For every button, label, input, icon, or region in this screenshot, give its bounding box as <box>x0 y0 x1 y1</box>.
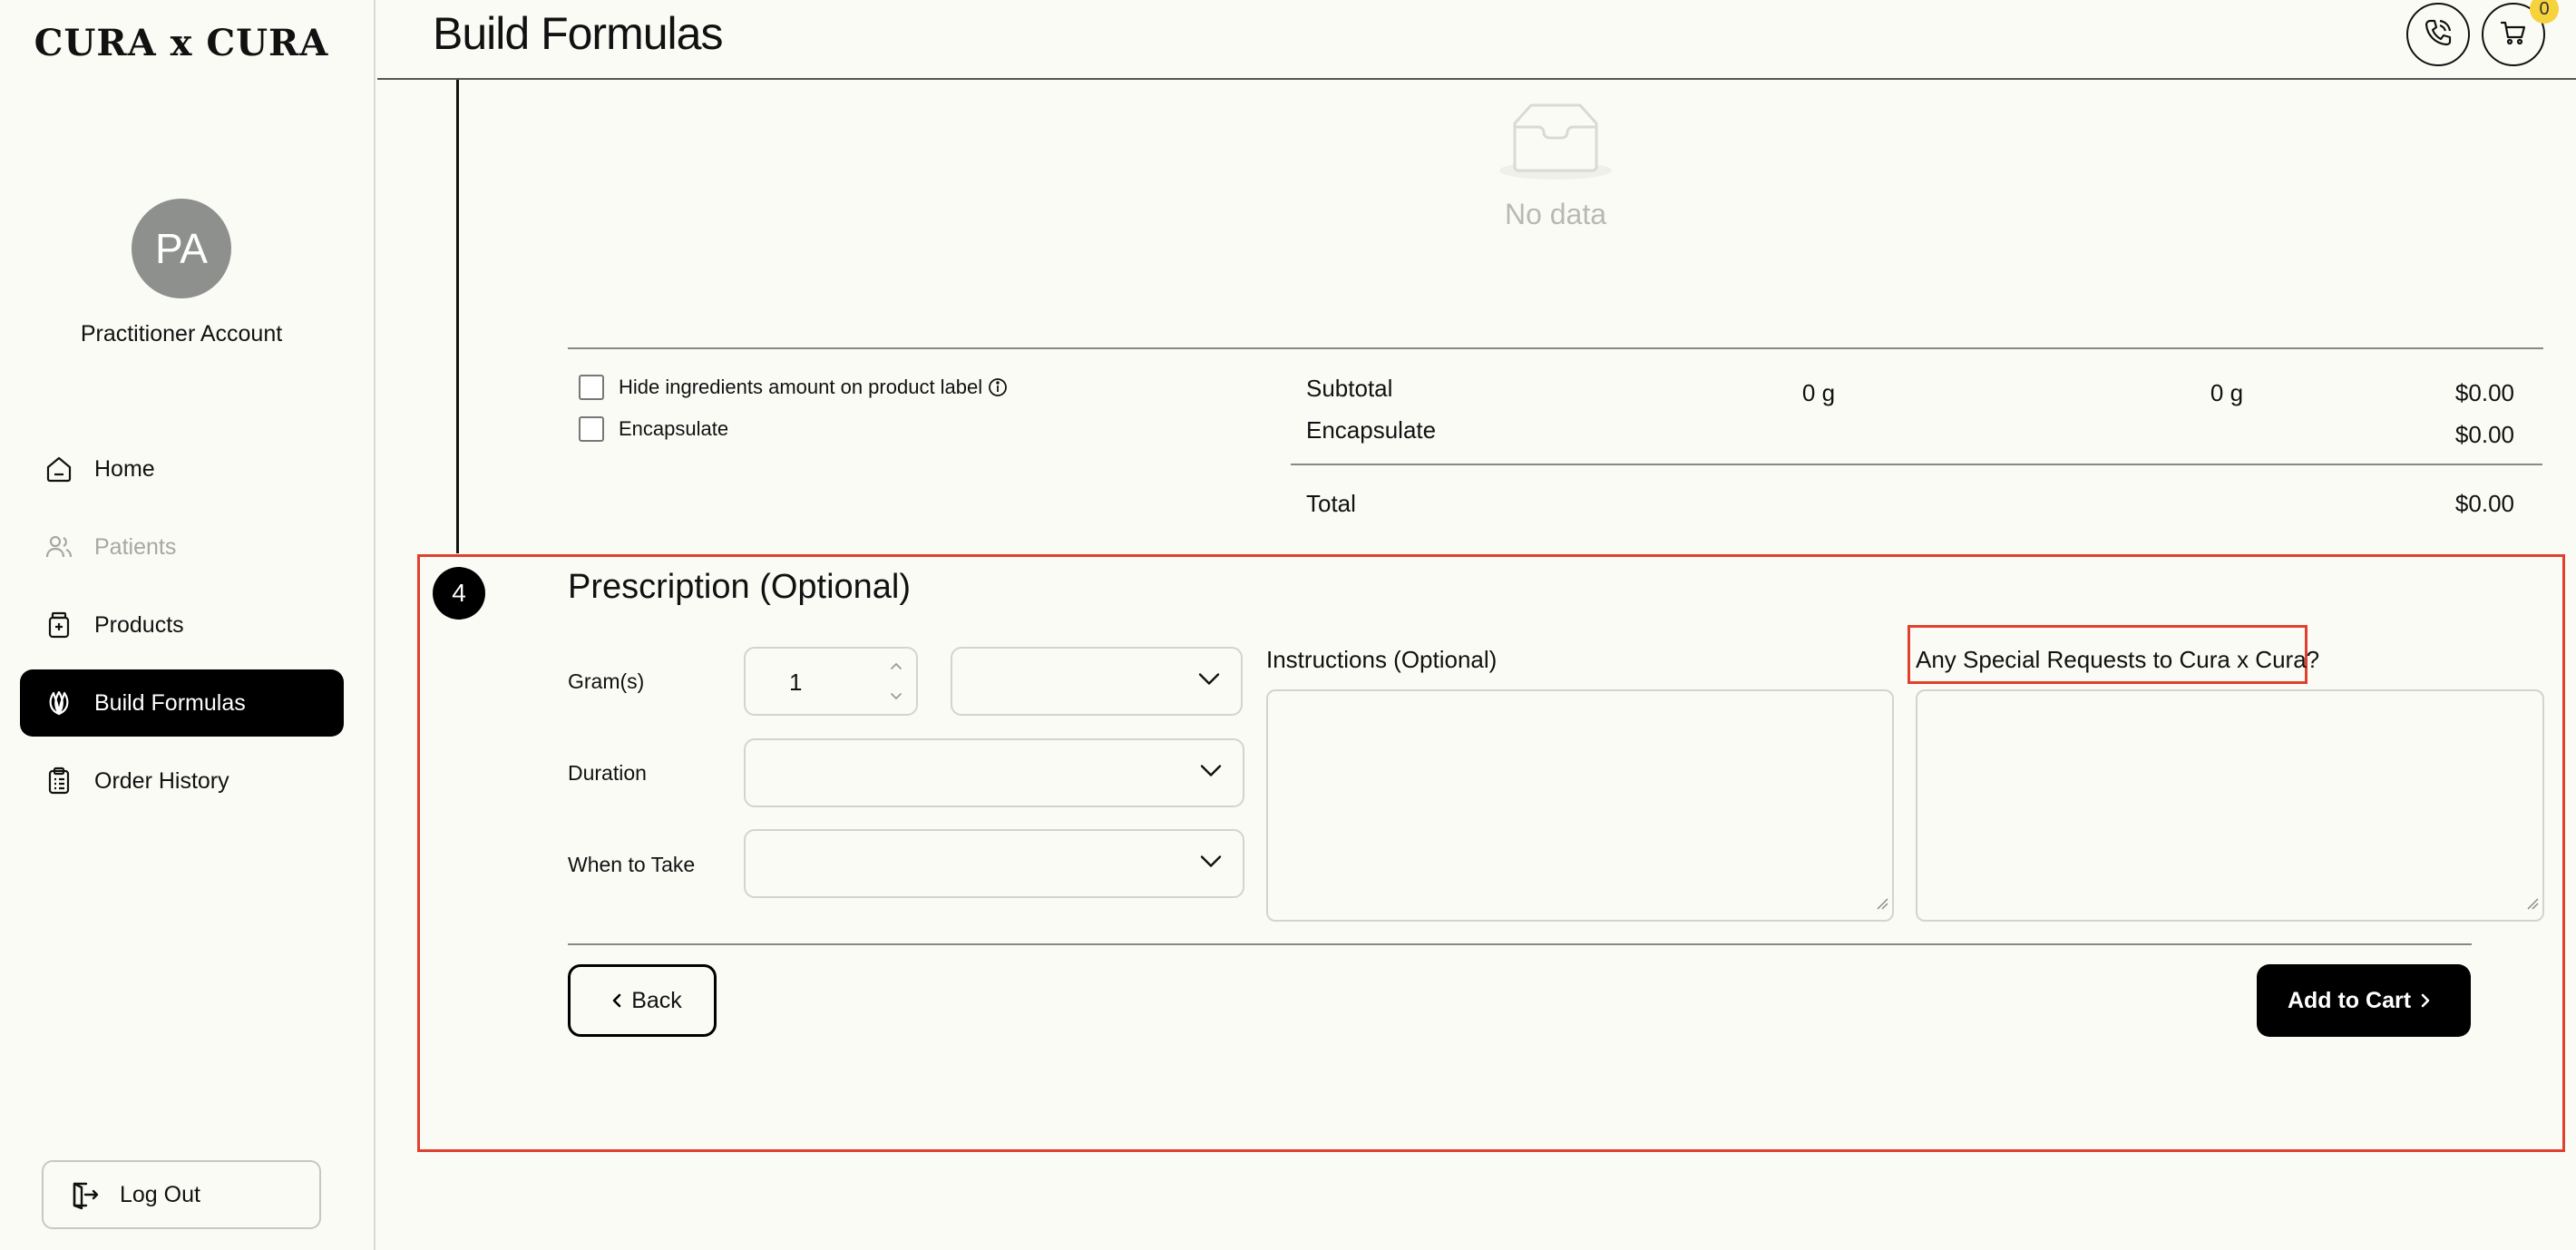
chevron-down-icon <box>1197 672 1221 691</box>
step-connector-line <box>456 80 459 553</box>
sidebar-item-label: Patients <box>94 533 177 560</box>
divider <box>568 347 2543 349</box>
subtotal-grams: 0 g <box>1801 379 1836 406</box>
hide-amount-option: Hide ingredients amount on product label <box>579 375 1008 400</box>
summary-divider <box>1291 464 2542 465</box>
logout-button[interactable]: Log Out <box>42 1160 321 1229</box>
sidebar-item-patients[interactable]: Patients <box>20 513 344 581</box>
actions-divider <box>568 943 2472 945</box>
sidebar-item-products[interactable]: Products <box>20 591 344 659</box>
grams-stepper[interactable] <box>885 654 907 708</box>
leaf-icon <box>44 688 74 718</box>
total-label: Total <box>1306 490 1356 517</box>
empty-inbox-icon <box>1497 102 1615 188</box>
home-icon <box>44 454 74 484</box>
info-icon[interactable] <box>988 377 1008 397</box>
account-name: Practitioner Account <box>80 321 283 347</box>
resize-handle-icon[interactable] <box>1876 891 1888 916</box>
encapsulate-checkbox[interactable] <box>579 416 604 442</box>
sidebar-item-build-formulas[interactable]: Build Formulas <box>20 669 344 737</box>
special-requests-textarea[interactable] <box>1916 689 2544 922</box>
duration-label: Duration <box>568 761 647 785</box>
subtotal-label: Subtotal <box>1306 375 1393 402</box>
grams-unit-select[interactable] <box>951 647 1243 716</box>
page-header: Build Formulas 0 <box>377 0 2576 80</box>
sidebar-item-label: Home <box>94 455 155 482</box>
empty-state-text: No data <box>1504 198 1607 230</box>
instructions-textarea[interactable] <box>1266 689 1894 922</box>
back-label: Back <box>631 987 682 1013</box>
total-price: $0.00 <box>2454 490 2514 517</box>
step-number: 4 <box>433 567 485 620</box>
encapsulate-summary-label: Encapsulate <box>1306 416 1437 444</box>
sidebar-item-label: Build Formulas <box>94 689 246 716</box>
subtotal-grams-alt: 0 g <box>2210 379 2244 406</box>
cart-count-badge: 0 <box>2530 0 2559 24</box>
grams-label: Gram(s) <box>568 669 645 693</box>
grams-input[interactable]: 1 <box>744 647 918 716</box>
sidebar-nav: Home Patients Products Build Formulas Or… <box>20 435 344 825</box>
duration-select[interactable] <box>744 738 1244 807</box>
users-icon <box>44 532 74 562</box>
sidebar-item-home[interactable]: Home <box>20 435 344 503</box>
resize-handle-icon[interactable] <box>2526 891 2539 916</box>
cart-icon <box>2499 18 2528 52</box>
sidebar: CURA x CURA PA Practitioner Account Home… <box>0 0 376 1250</box>
when-to-take-label: When to Take <box>568 853 696 876</box>
chevron-right-icon <box>2420 992 2431 1009</box>
special-requests-label: Any Special Requests to Cura x Cura? <box>1916 646 2320 673</box>
instructions-label: Instructions (Optional) <box>1266 646 1498 673</box>
encapsulate-option: Encapsulate <box>579 416 728 442</box>
add-to-cart-button[interactable]: Add to Cart <box>2257 964 2471 1037</box>
grams-value: 1 <box>789 669 803 696</box>
encapsulate-label: Encapsulate <box>619 417 729 440</box>
chevron-down-icon <box>1199 854 1223 874</box>
add-to-cart-label: Add to Cart <box>2287 987 2412 1013</box>
sidebar-item-label: Products <box>94 611 184 638</box>
hide-amount-checkbox[interactable] <box>579 375 604 400</box>
clipboard-icon <box>44 766 74 796</box>
subtotal-price: $0.00 <box>2454 379 2514 406</box>
encapsulate-price: $0.00 <box>2454 421 2514 448</box>
chevron-left-icon <box>611 992 622 1009</box>
when-to-take-select[interactable] <box>744 829 1244 898</box>
sidebar-item-order-history[interactable]: Order History <box>20 747 344 815</box>
back-button[interactable]: Back <box>568 964 717 1037</box>
hide-amount-label: Hide ingredients amount on product label <box>619 376 983 398</box>
brand-logo[interactable]: CURA x CURA <box>0 22 363 64</box>
logout-label: Log Out <box>120 1181 200 1207</box>
avatar: PA <box>132 199 231 298</box>
logout-icon <box>67 1178 100 1211</box>
phone-icon <box>2423 17 2454 53</box>
sidebar-item-label: Order History <box>94 767 229 794</box>
chevron-down-icon <box>1199 764 1223 783</box>
page-title: Build Formulas <box>433 8 723 59</box>
phone-button[interactable] <box>2406 3 2470 66</box>
prescription-title: Prescription (Optional) <box>568 568 912 606</box>
bottle-icon <box>44 610 74 640</box>
